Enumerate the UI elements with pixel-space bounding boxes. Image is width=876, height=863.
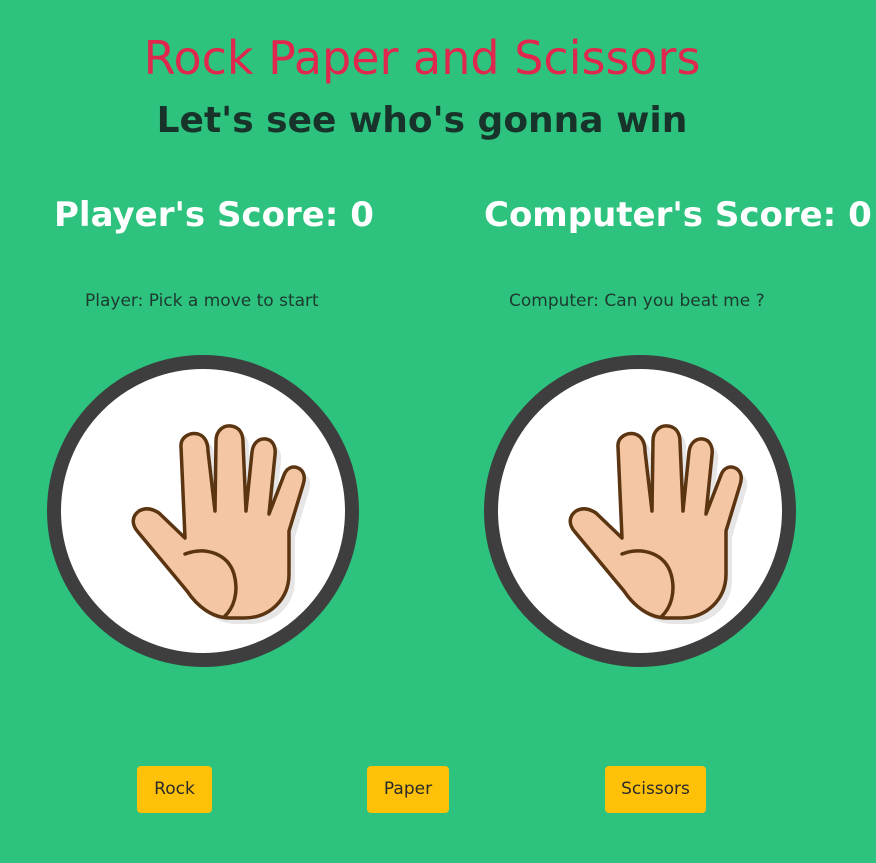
player-status: Player: Pick a move to start <box>85 291 319 311</box>
computer-status: Computer: Can you beat me ? <box>509 291 765 311</box>
paper-hand-icon <box>131 424 311 624</box>
player-score: Player's Score: 0 <box>54 195 374 235</box>
computer-score: Computer's Score: 0 <box>484 195 872 235</box>
scissors-button[interactable]: Scissors <box>605 766 706 813</box>
paper-button[interactable]: Paper <box>367 766 449 813</box>
page-subtitle: Let's see who's gonna win <box>156 100 688 141</box>
paper-hand-icon <box>568 424 748 624</box>
page-title: Rock Paper and Scissors <box>143 31 701 85</box>
computer-hand-display <box>484 355 796 667</box>
rock-button[interactable]: Rock <box>137 766 212 813</box>
player-hand-display <box>47 355 359 667</box>
